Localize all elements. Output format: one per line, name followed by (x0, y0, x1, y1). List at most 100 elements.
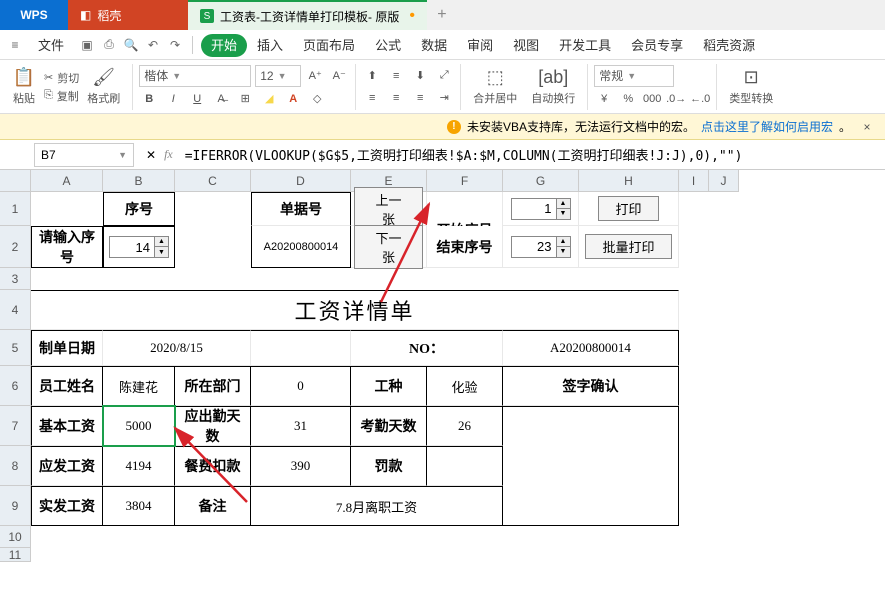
font-size-select[interactable]: 12▼ (255, 65, 301, 87)
print-button[interactable]: 打印 (579, 192, 679, 226)
row-head-7[interactable]: 7 (0, 406, 31, 446)
batch-print-button[interactable]: 批量打印 (579, 226, 679, 268)
prev-button[interactable]: 上一张 (351, 192, 427, 226)
col-head-I[interactable]: I (679, 170, 709, 192)
align-center-icon[interactable]: ≡ (386, 88, 406, 108)
cell-E5[interactable]: NO： (351, 330, 503, 366)
clear-format-icon[interactable]: ◇ (307, 89, 327, 109)
cell-D5[interactable] (251, 330, 351, 366)
print-quick-icon[interactable]: ⎙ (100, 36, 118, 54)
strike-icon[interactable]: A̶ (211, 89, 231, 109)
cell-A5[interactable]: 制单日期 (31, 330, 103, 366)
underline-icon[interactable]: U (187, 89, 207, 109)
cell-D2[interactable]: A20200800014 (251, 226, 351, 268)
cell-F2[interactable]: 结束序号 (427, 226, 503, 268)
col-head-D[interactable]: D (251, 170, 351, 192)
cell-A8[interactable]: 应发工资 (31, 446, 103, 486)
font-family-select[interactable]: 楷体▼ (139, 65, 251, 87)
indent-icon[interactable]: ⇥ (434, 88, 454, 108)
align-top-icon[interactable]: ⬆ (362, 66, 382, 86)
col-head-H[interactable]: H (579, 170, 679, 192)
menu-视图[interactable]: 视图 (503, 34, 549, 57)
next-button[interactable]: 下一张 (351, 226, 427, 268)
row-head-1[interactable]: 1 (0, 192, 31, 226)
warning-link[interactable]: 点击这里了解如何启用宏 (701, 118, 833, 135)
align-middle-icon[interactable]: ≡ (386, 66, 406, 86)
col-head-B[interactable]: B (103, 170, 175, 192)
row-head-9[interactable]: 9 (0, 486, 31, 526)
row-head-11[interactable]: 11 (0, 548, 31, 562)
menu-会员专享[interactable]: 会员专享 (621, 34, 693, 57)
percent-icon[interactable]: % (618, 89, 638, 109)
menu-审阅[interactable]: 审阅 (457, 34, 503, 57)
cell-A7[interactable]: 基本工资 (31, 406, 103, 446)
menu-稻壳资源[interactable]: 稻壳资源 (693, 34, 765, 57)
menu-开始[interactable]: 开始 (201, 34, 247, 57)
cell-D7[interactable]: 31 (251, 406, 351, 446)
cell-C8[interactable]: 餐费扣款 (175, 446, 251, 486)
new-tab-button[interactable]: + (427, 0, 457, 30)
increase-font-icon[interactable]: A⁺ (305, 66, 325, 86)
decrease-font-icon[interactable]: A⁻ (329, 66, 349, 86)
orientation-icon[interactable]: ⤢ (434, 66, 454, 86)
menu-插入[interactable]: 插入 (247, 34, 293, 57)
italic-icon[interactable]: I (163, 89, 183, 109)
cell-E8[interactable]: 罚款 (351, 446, 427, 486)
fill-color-icon[interactable]: ◢ (259, 89, 279, 109)
cell-A6[interactable]: 员工姓名 (31, 366, 103, 406)
save-icon[interactable]: ▣ (78, 36, 96, 54)
row-head-3[interactable]: 3 (0, 268, 31, 290)
menu-公式[interactable]: 公式 (365, 34, 411, 57)
row-head-10[interactable]: 10 (0, 526, 31, 548)
cell-B9[interactable]: 3804 (103, 486, 175, 526)
align-right-icon[interactable]: ≡ (410, 88, 430, 108)
seq-spinner[interactable]: ▲▼ (103, 226, 175, 268)
cell-C7[interactable]: 应出勤天数 (175, 406, 251, 446)
row-head-8[interactable]: 8 (0, 446, 31, 486)
merge-cells-button[interactable]: ⬚合并居中 (467, 65, 523, 108)
cell-C6[interactable]: 所在部门 (175, 366, 251, 406)
cell-G5[interactable]: A20200800014 (503, 330, 679, 366)
copy-button[interactable]: ⎘复制 (44, 88, 79, 104)
row-head-2[interactable]: 2 (0, 226, 31, 268)
type-convert-button[interactable]: ⊡类型转换 (723, 65, 779, 108)
warning-close-icon[interactable]: × (857, 117, 877, 137)
end-seq-spinner[interactable]: ▲▼ (503, 226, 579, 268)
cell-F8[interactable] (427, 446, 503, 486)
cell-E6[interactable]: 工种 (351, 366, 427, 406)
menu-icon[interactable]: ≡ (6, 36, 24, 54)
paste-button[interactable]: 📋粘贴 (6, 65, 42, 108)
row-head-4[interactable]: 4 (0, 290, 31, 330)
cell-B6[interactable]: 陈建花 (103, 366, 175, 406)
redo-icon[interactable]: ↷ (166, 36, 184, 54)
cell-A9[interactable]: 实发工资 (31, 486, 103, 526)
col-head-C[interactable]: C (175, 170, 251, 192)
workbook-tab[interactable]: S 工资表-工资详情单打印模板- 原版 • (188, 0, 427, 30)
cell-D1[interactable]: 单据号 (251, 192, 351, 226)
select-all-corner[interactable] (0, 170, 31, 192)
cell-B7-selected[interactable]: 5000 (103, 406, 175, 446)
font-color-icon[interactable]: A (283, 89, 303, 109)
undo-icon[interactable]: ↶ (144, 36, 162, 54)
dec-decimal-icon[interactable]: ←.0 (690, 89, 710, 109)
menu-页面布局[interactable]: 页面布局 (293, 34, 365, 57)
start-seq-spinner[interactable]: ▲▼ (503, 192, 579, 226)
cell-F7[interactable]: 26 (427, 406, 503, 446)
cell-B1[interactable]: 序号 (103, 192, 175, 226)
cell-A2[interactable]: 请输入序号 (31, 226, 103, 268)
col-head-J[interactable]: J (709, 170, 739, 192)
format-painter-button[interactable]: 🖌格式刷 (81, 65, 126, 108)
wps-app-tab[interactable]: WPS (0, 0, 68, 30)
cell-F6[interactable]: 化验 (427, 366, 503, 406)
comma-icon[interactable]: 000 (642, 89, 662, 109)
cell-C9[interactable]: 备注 (175, 486, 251, 526)
cell-G7[interactable] (503, 406, 679, 526)
preview-icon[interactable]: 🔍 (122, 36, 140, 54)
cell-B5[interactable]: 2020/8/15 (103, 330, 251, 366)
formula-input[interactable]: =IFERROR(VLOOKUP($G$5,工资明打印细表!$A:$M,COLU… (179, 145, 885, 164)
menu-数据[interactable]: 数据 (411, 34, 457, 57)
wrap-text-button[interactable]: [ab]自动换行 (525, 65, 581, 108)
cell-D9[interactable]: 7.8月离职工资 (251, 486, 503, 526)
title-cell[interactable]: 工资详情单 (31, 290, 679, 330)
col-head-A[interactable]: A (31, 170, 103, 192)
